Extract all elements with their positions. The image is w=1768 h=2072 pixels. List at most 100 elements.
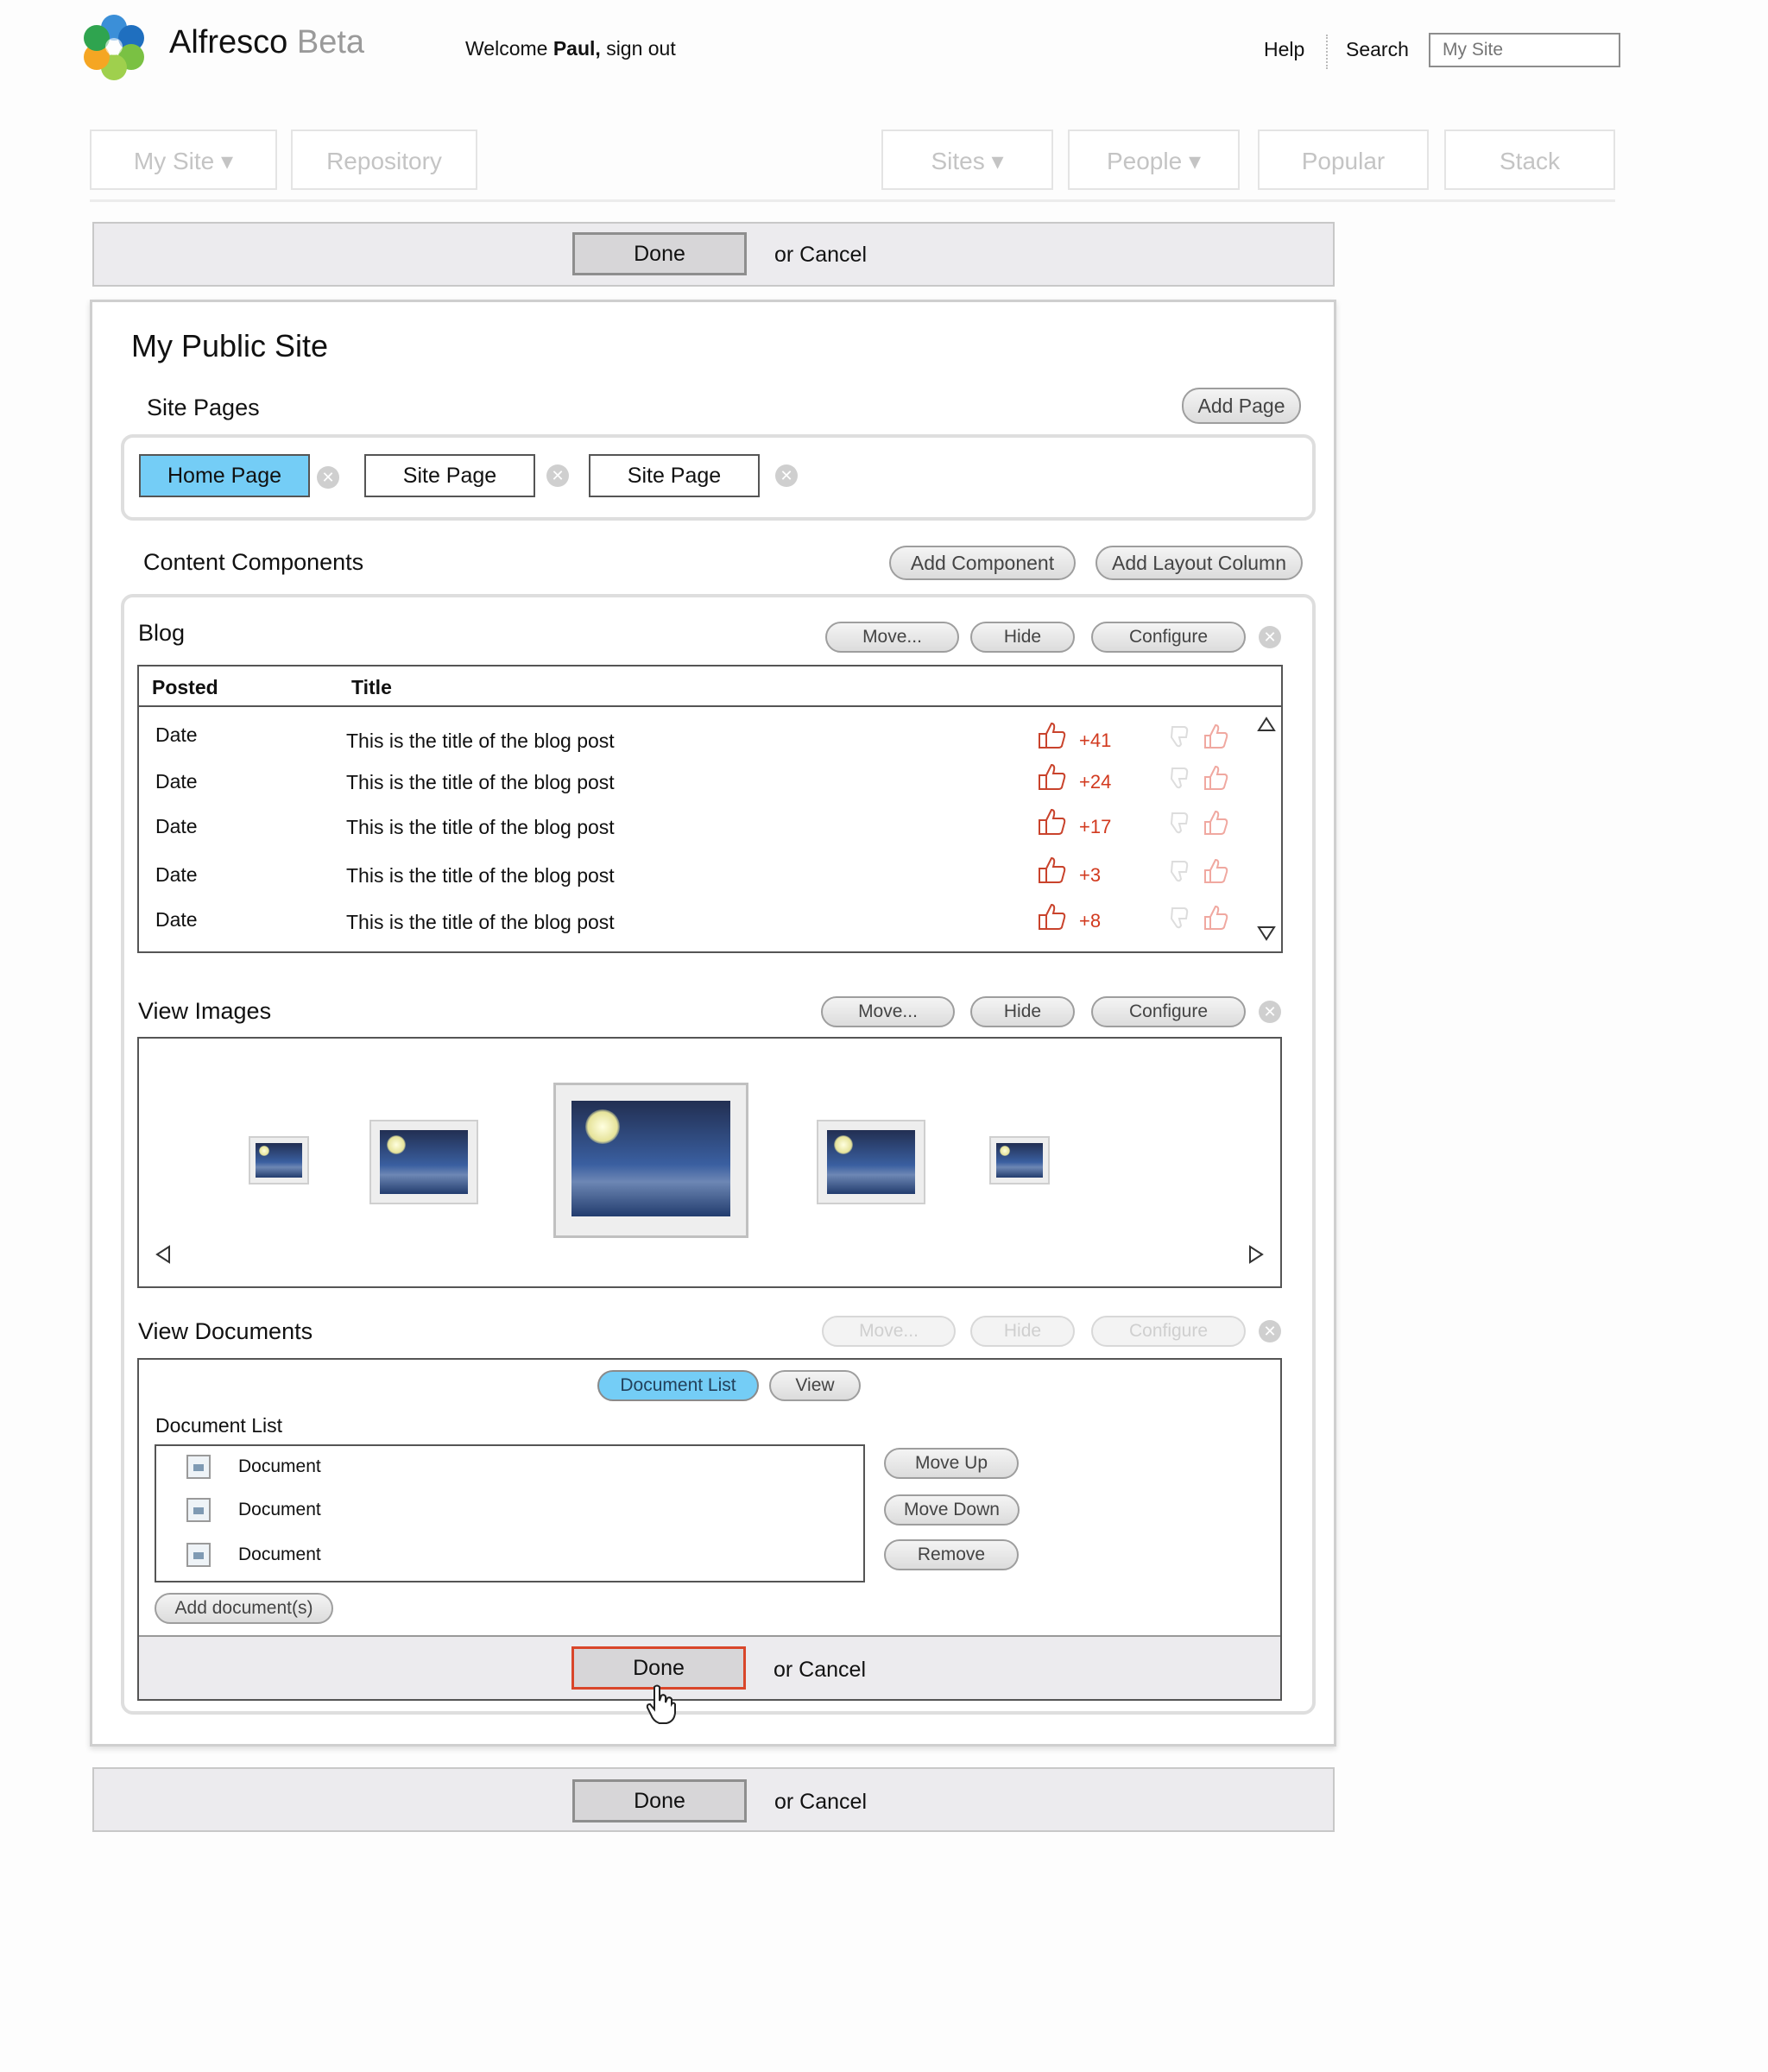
nav-tab-people[interactable]: People ▾ — [1068, 130, 1240, 190]
configure-button[interactable]: Configure — [1091, 622, 1246, 653]
signout-link[interactable]: sign out — [606, 37, 676, 60]
image-thumbnail[interactable] — [817, 1120, 925, 1204]
site-pages-label: Site Pages — [147, 395, 260, 420]
close-icon[interactable]: ✕ — [775, 464, 798, 487]
add-layout-column-button[interactable]: Add Layout Column — [1096, 546, 1303, 580]
help-link[interactable]: Help — [1264, 38, 1304, 61]
search-label[interactable]: Search — [1346, 38, 1409, 61]
tab-document-list[interactable]: Document List — [597, 1370, 759, 1401]
hide-button[interactable]: Hide — [970, 622, 1075, 653]
view-documents-title: View Documents — [138, 1318, 313, 1344]
document-name: Document — [238, 1456, 321, 1476]
close-icon[interactable]: ✕ — [317, 466, 339, 489]
scroll-down-icon[interactable] — [1257, 925, 1276, 945]
document-name: Document — [238, 1500, 321, 1519]
close-icon[interactable]: ✕ — [1259, 1001, 1281, 1023]
document-list-label: Document List — [155, 1414, 283, 1437]
post-date: Date — [155, 863, 198, 886]
post-date: Date — [155, 815, 198, 837]
blog-table — [137, 665, 1283, 953]
column-header-posted: Posted — [152, 676, 218, 698]
post-title[interactable]: This is the title of the blog post — [346, 864, 615, 888]
post-score: +8 — [1079, 910, 1102, 932]
document-icon — [186, 1455, 211, 1479]
done-button[interactable]: Done — [572, 232, 747, 275]
post-date: Date — [155, 908, 198, 931]
post-score: +17 — [1079, 816, 1112, 837]
nav-tab-stack[interactable]: Stack — [1444, 130, 1615, 190]
document-icon — [186, 1498, 211, 1522]
brand-suffix: Beta — [296, 24, 365, 60]
move-button[interactable]: Move... — [825, 622, 959, 653]
post-score: +41 — [1079, 730, 1112, 751]
move-button[interactable]: Move... — [821, 996, 955, 1027]
cancel-link[interactable]: or Cancel — [774, 243, 867, 268]
hide-button: Hide — [970, 1316, 1075, 1347]
thumbs-up-icon — [1036, 761, 1067, 797]
tab-view[interactable]: View — [769, 1370, 861, 1401]
header-divider — [1326, 35, 1328, 69]
thumbs-up-icon — [1036, 806, 1067, 842]
welcome-prefix: Welcome — [465, 37, 548, 60]
configure-button: Configure — [1091, 1316, 1246, 1347]
post-score: +3 — [1079, 864, 1102, 886]
configure-button[interactable]: Configure — [1091, 996, 1246, 1027]
post-title[interactable]: This is the title of the blog post — [346, 911, 615, 934]
move-up-button[interactable]: Move Up — [884, 1448, 1019, 1479]
cancel-link[interactable]: or Cancel — [774, 1658, 866, 1683]
scroll-up-icon[interactable] — [1257, 717, 1276, 736]
hide-button[interactable]: Hide — [970, 996, 1075, 1027]
vote-thumbs-icon[interactable] — [1167, 761, 1233, 797]
image-thumbnail[interactable] — [249, 1136, 309, 1184]
vote-thumbs-icon[interactable] — [1167, 855, 1233, 890]
search-input[interactable] — [1429, 33, 1620, 67]
add-documents-button[interactable]: Add document(s) — [155, 1593, 333, 1624]
carousel-prev-icon[interactable] — [155, 1245, 171, 1268]
nav-tab-popular[interactable]: Popular — [1258, 130, 1429, 190]
blog-title: Blog — [138, 620, 186, 646]
close-icon[interactable]: ✕ — [546, 464, 569, 487]
thumbs-up-icon — [1036, 720, 1067, 755]
remove-button[interactable]: Remove — [884, 1539, 1019, 1570]
page-tab-site-1[interactable]: Site Page — [364, 454, 535, 497]
nav-tab-sites[interactable]: Sites ▾ — [881, 130, 1053, 190]
bottom-action-bar: Done or Cancel — [92, 1767, 1335, 1832]
post-date: Date — [155, 770, 198, 793]
carousel-next-icon[interactable] — [1248, 1245, 1264, 1268]
thumbs-up-icon — [1036, 855, 1067, 890]
top-action-bar: Done or Cancel — [92, 222, 1335, 287]
image-thumbnail[interactable] — [369, 1120, 478, 1204]
close-icon[interactable]: ✕ — [1259, 1320, 1281, 1342]
post-title[interactable]: This is the title of the blog post — [346, 771, 615, 794]
image-thumbnail-selected[interactable] — [553, 1083, 748, 1238]
post-title[interactable]: This is the title of the blog post — [346, 730, 615, 753]
close-icon[interactable]: ✕ — [1259, 626, 1281, 648]
vote-thumbs-icon[interactable] — [1167, 720, 1233, 755]
column-header-title: Title — [351, 676, 392, 698]
nav-underline — [90, 199, 1615, 202]
add-component-button[interactable]: Add Component — [889, 546, 1076, 580]
alfresco-logo-icon — [79, 12, 148, 81]
add-page-button[interactable]: Add Page — [1182, 388, 1301, 424]
brand-title: Alfresco Beta — [169, 24, 364, 61]
post-title[interactable]: This is the title of the blog post — [346, 816, 615, 839]
vote-thumbs-icon[interactable] — [1167, 901, 1233, 937]
document-icon — [186, 1543, 211, 1567]
done-button[interactable]: Done — [572, 1779, 747, 1822]
welcome-text: Welcome Paul, sign out — [465, 37, 676, 60]
image-thumbnail[interactable] — [989, 1136, 1050, 1184]
cancel-link[interactable]: or Cancel — [774, 1790, 867, 1815]
page-tab-home[interactable]: Home Page — [139, 454, 310, 497]
move-down-button[interactable]: Move Down — [884, 1494, 1020, 1526]
vote-thumbs-icon[interactable] — [1167, 806, 1233, 842]
thumbs-up-icon — [1036, 901, 1067, 937]
view-images-title: View Images — [138, 998, 272, 1024]
post-score: +24 — [1079, 771, 1112, 793]
page-title: My Public Site — [131, 328, 329, 363]
nav-tab-repository[interactable]: Repository — [291, 130, 477, 190]
page-tab-site-2[interactable]: Site Page — [589, 454, 760, 497]
hand-cursor-icon — [646, 1684, 677, 1729]
post-date: Date — [155, 723, 198, 746]
nav-tab-my-site[interactable]: My Site ▾ — [90, 130, 277, 190]
document-name: Document — [238, 1545, 321, 1564]
